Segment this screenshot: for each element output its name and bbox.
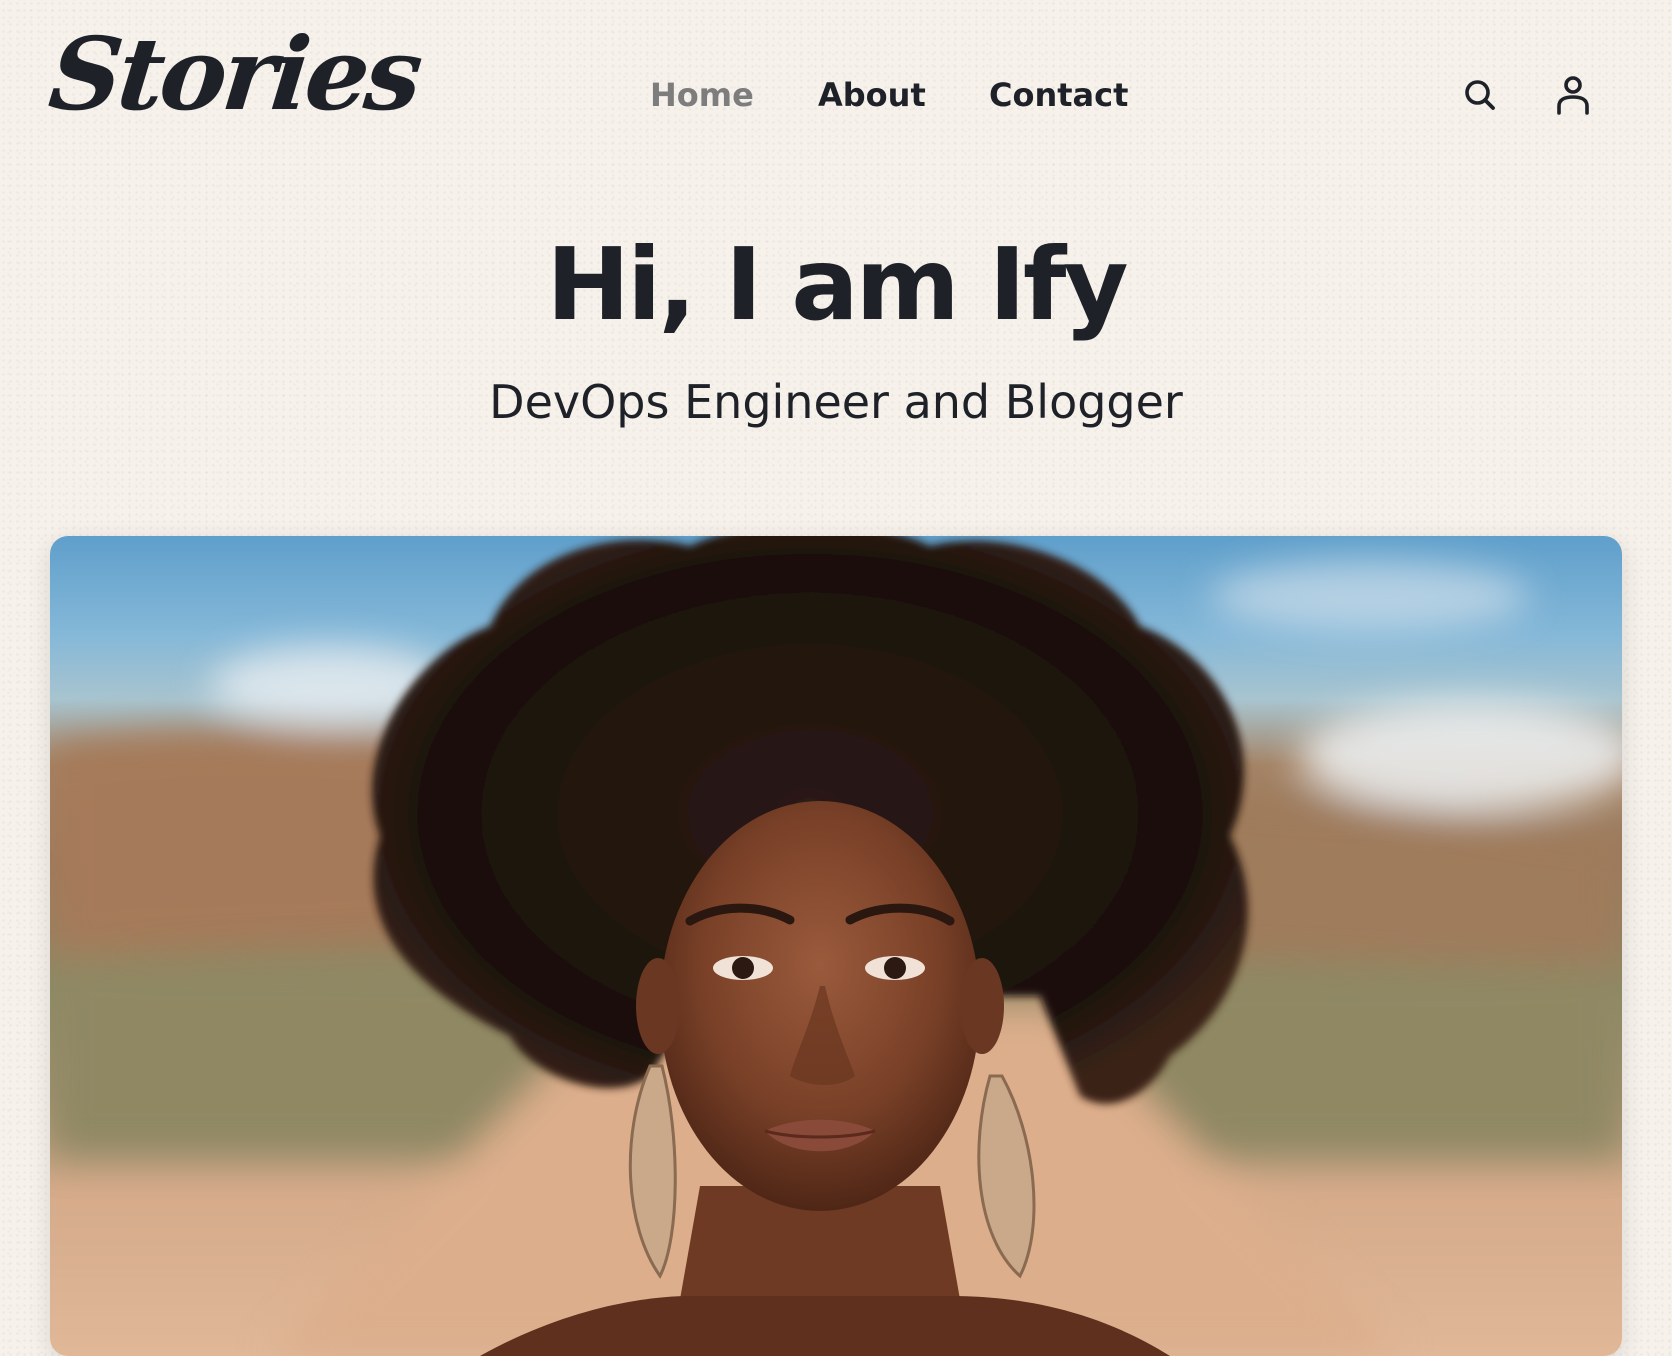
account-button[interactable] bbox=[1553, 70, 1593, 120]
featured-portrait-image bbox=[50, 536, 1622, 1356]
main-nav: Home About Contact bbox=[0, 70, 1672, 120]
site-header: Stories Home About Contact bbox=[0, 0, 1672, 190]
portrait-photo bbox=[50, 536, 1622, 1356]
search-button[interactable] bbox=[1460, 70, 1500, 120]
nav-link-home[interactable]: Home bbox=[650, 70, 754, 120]
nav-link-contact[interactable]: Contact bbox=[989, 70, 1128, 120]
search-icon bbox=[1465, 80, 1495, 110]
hero-title: Hi, I am Ify bbox=[546, 226, 1128, 343]
hero-subtitle: DevOps Engineer and Blogger bbox=[489, 375, 1183, 429]
user-icon bbox=[1557, 76, 1589, 115]
nav-link-about[interactable]: About bbox=[818, 70, 926, 120]
